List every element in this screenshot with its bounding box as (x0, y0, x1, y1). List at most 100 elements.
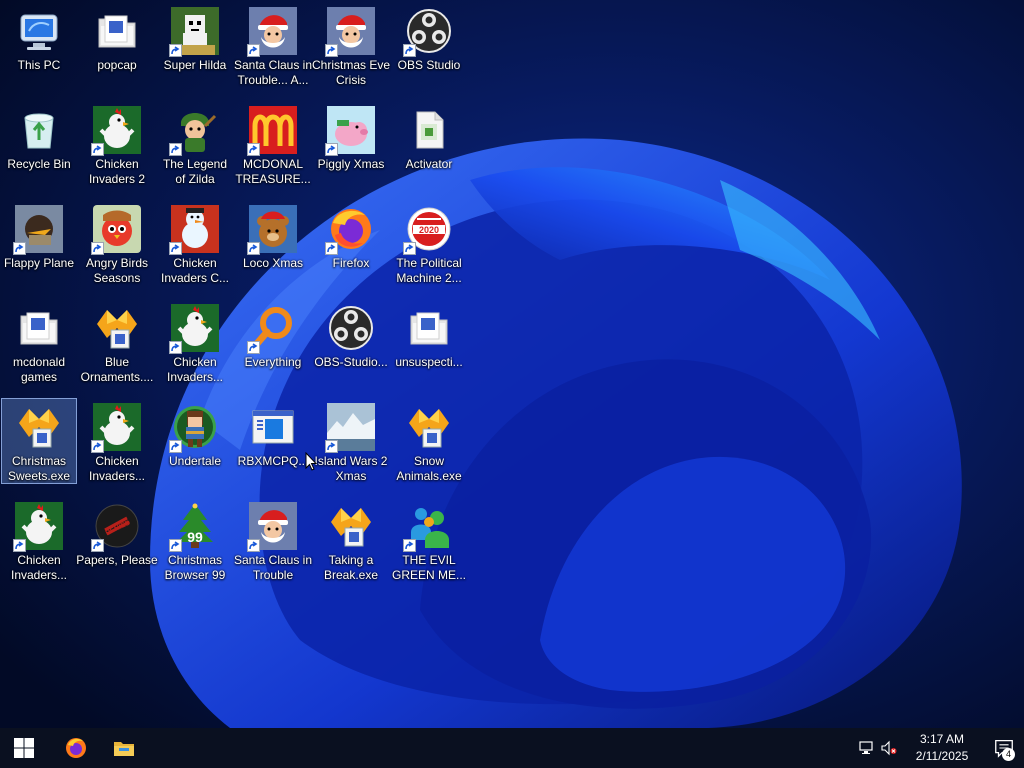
desktop-icon[interactable]: 99 Christmas Browser 99 (157, 497, 233, 583)
desktop-icon[interactable]: Santa Claus in Trouble (233, 497, 313, 583)
desktop-icon-label: Christmas Browser 99 (164, 553, 226, 582)
desktop-icon[interactable]: OBS-Studio... (313, 299, 389, 385)
shortcut-arrow-icon (91, 440, 104, 453)
desktop-icon[interactable]: Chicken Invaders C... (157, 200, 233, 286)
desktop-icon-label: Blue Ornaments.... (80, 355, 154, 384)
shortcut-arrow-icon (247, 539, 260, 552)
desktop-icon[interactable]: Recycle Bin (1, 101, 77, 187)
desktop-icon[interactable]: Chicken Invaders... (1, 497, 77, 583)
undertale-icon (169, 403, 219, 453)
papers-please-icon: DENIED (91, 502, 141, 552)
desktop-icon-label: Angry Birds Seasons (85, 256, 149, 285)
desktop-icon-label: Santa Claus in Trouble... A... (233, 58, 313, 87)
desktop-icon[interactable]: popcap (79, 2, 155, 88)
desktop-icon-label: MCDONAL TREASURE... (235, 157, 311, 186)
shortcut-arrow-icon (403, 242, 416, 255)
folder-icon (15, 304, 63, 352)
desktop-icon[interactable]: THE EVIL GREEN ME... (391, 497, 467, 583)
desktop-icon-label: Piggly Xmas (317, 157, 385, 171)
pig-icon (325, 106, 375, 156)
file-explorer-icon (114, 742, 134, 756)
hero-character-icon (169, 106, 219, 156)
desktop-icon[interactable]: RBXMCPQ... (235, 398, 311, 484)
desktop-icon-label: OBS-Studio... (314, 355, 388, 369)
desktop-icon-label: Taking a Break.exe (323, 553, 379, 582)
desktop-icon[interactable]: Firefox (313, 200, 389, 286)
desktop-icon-label: Recycle Bin (7, 157, 71, 171)
election-badge-icon: 2020 (403, 205, 453, 255)
desktop-icon[interactable]: Chicken Invaders 2 (79, 101, 155, 187)
installer-icon (93, 304, 141, 352)
desktop-icon-label: Everything (244, 355, 302, 369)
desktop-icon[interactable]: This PC (1, 2, 77, 88)
desktop-icon[interactable]: OBS Studio (391, 2, 467, 88)
chicken-icon (169, 304, 219, 354)
desktop-icon[interactable]: MCDONAL TREASURE... (235, 101, 311, 187)
desktop-icon[interactable]: mcdonald games (1, 299, 77, 385)
mcdonalds-icon (247, 106, 297, 156)
tray-volume-button[interactable] (878, 728, 900, 768)
desktop-icon[interactable]: DENIED Papers, Please (76, 497, 158, 583)
file-icon (405, 106, 453, 154)
action-center-button[interactable]: 4 (984, 728, 1024, 768)
desktop-icon[interactable]: Christmas Eve Crisis (311, 2, 391, 88)
taskbar-clock[interactable]: 3:17 AM 2/11/2025 (900, 731, 984, 765)
desktop-icon[interactable]: Blue Ornaments.... (79, 299, 155, 385)
desktop-icon[interactable]: Undertale (157, 398, 233, 484)
desktop-icon[interactable]: Piggly Xmas (313, 101, 389, 187)
recycle-bin-icon (15, 106, 63, 154)
system-tray: 3:17 AM 2/11/2025 4 (856, 728, 1024, 768)
desktop-icon[interactable]: Super Hilda (157, 2, 233, 88)
desktop-icon[interactable]: Flappy Plane (1, 200, 77, 286)
desktop-icon[interactable]: Activator (391, 101, 467, 187)
installer-icon (327, 502, 375, 550)
messenger-icon (403, 502, 453, 552)
desktop-icon[interactable]: Christmas Sweets.exe (1, 398, 77, 484)
tray-network-button[interactable] (856, 728, 878, 768)
start-button[interactable] (0, 728, 48, 768)
desktop-icon[interactable]: 2020 The Political Machine 2... (391, 200, 467, 286)
desktop-icon[interactable]: Everything (235, 299, 311, 385)
shortcut-arrow-icon (325, 440, 338, 453)
computer-icon (15, 7, 63, 55)
desktop-icon[interactable]: Chicken Invaders... (157, 299, 233, 385)
desktop-icon[interactable]: Island Wars 2 Xmas (313, 398, 389, 484)
desktop-icon[interactable]: Angry Birds Seasons (79, 200, 155, 286)
search-icon (247, 304, 297, 354)
mouse-cursor-icon (305, 452, 317, 471)
santa-icon (247, 7, 297, 57)
clock-time: 3:17 AM (919, 732, 965, 746)
shortcut-arrow-icon (169, 242, 182, 255)
desktop-icon-label: Christmas Eve Crisis (311, 58, 391, 87)
svg-text:2020: 2020 (419, 225, 439, 235)
window-icon (249, 403, 297, 451)
desktop-icon[interactable]: unsuspecti... (391, 299, 467, 385)
bear-icon (247, 205, 297, 255)
desktop-icon[interactable]: Taking a Break.exe (313, 497, 389, 583)
desktop-icon-label: Santa Claus in Trouble (233, 553, 313, 582)
desktop-icon-label: unsuspecti... (395, 355, 463, 369)
desktop-icon[interactable]: Loco Xmas (235, 200, 311, 286)
shortcut-arrow-icon (91, 539, 104, 552)
firefox-icon (325, 205, 375, 255)
desktop-icon-label: popcap (97, 58, 137, 72)
taskbar-file-explorer-button[interactable] (100, 728, 148, 768)
taskbar: 3:17 AM 2/11/2025 4 (0, 728, 1024, 768)
desktop-icon-label: Activator (405, 157, 453, 171)
obs-icon (327, 304, 375, 352)
shortcut-arrow-icon (13, 539, 26, 552)
shortcut-arrow-icon (169, 341, 182, 354)
chicken-icon (91, 106, 141, 156)
desktop-icon[interactable]: Chicken Invaders... (79, 398, 155, 484)
shortcut-arrow-icon (169, 44, 182, 57)
desktop-icon-label: Super Hilda (163, 58, 227, 72)
desktop-icon-label: Flappy Plane (3, 256, 75, 270)
desktop-icon-label: mcdonald games (12, 355, 66, 384)
taskbar-firefox-button[interactable] (52, 728, 100, 768)
shortcut-arrow-icon (247, 44, 260, 57)
christmas-tree-icon: 99 (169, 502, 219, 552)
desktop-icon[interactable]: Santa Claus in Trouble... A... (233, 2, 313, 88)
desktop-icon[interactable]: The Legend of Zilda (157, 101, 233, 187)
shortcut-arrow-icon (403, 44, 416, 57)
desktop-icon[interactable]: Snow Animals.exe (391, 398, 467, 484)
